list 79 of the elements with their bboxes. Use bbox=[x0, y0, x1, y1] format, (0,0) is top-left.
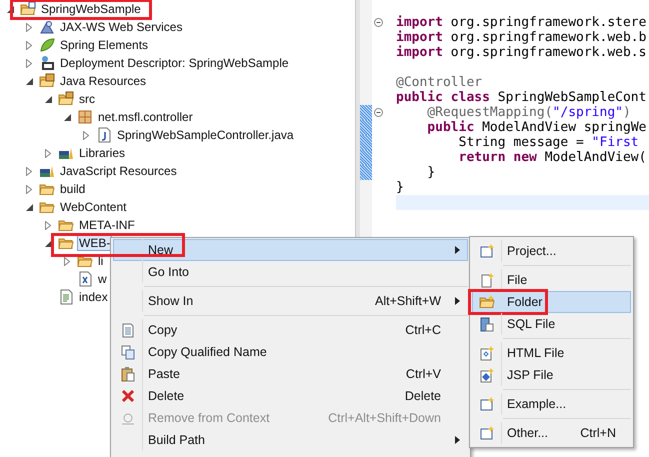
expanded-arrow-icon[interactable] bbox=[26, 204, 32, 210]
collapsed-arrow-icon[interactable] bbox=[26, 22, 32, 32]
menu-item[interactable]: HTML File bbox=[472, 342, 631, 364]
code-text: import org.springframework.web.b bbox=[396, 30, 646, 45]
menu-item[interactable]: Copy Ctrl+C bbox=[113, 319, 468, 341]
collapse-icon[interactable] bbox=[374, 18, 383, 27]
code-text: } bbox=[426, 165, 436, 180]
menu-item[interactable]: Project... bbox=[472, 240, 631, 262]
tree-item[interactable]: Libraries bbox=[77, 145, 128, 161]
text-file-icon bbox=[58, 289, 74, 305]
expanded-arrow-icon[interactable] bbox=[64, 114, 70, 120]
sql-file-icon bbox=[479, 316, 495, 332]
delete-icon bbox=[120, 388, 136, 404]
expanded-arrow-icon[interactable] bbox=[26, 78, 32, 84]
menu-item[interactable]: SQL File bbox=[472, 313, 631, 335]
resources-icon bbox=[39, 73, 55, 89]
package-icon bbox=[77, 109, 93, 125]
new-wizard-icon bbox=[479, 396, 495, 412]
copy-name-icon bbox=[120, 344, 136, 360]
menu-item[interactable]: Other... Ctrl+N bbox=[472, 422, 631, 444]
expanded-arrow-icon[interactable] bbox=[44, 96, 52, 102]
java-file-icon bbox=[96, 127, 112, 143]
collapsed-arrow-icon[interactable] bbox=[45, 220, 51, 230]
menu-item[interactable]: Go Into bbox=[113, 261, 468, 283]
tree-item[interactable]: META-INF bbox=[77, 217, 137, 233]
menu-item[interactable]: Show In Alt+Shift+W bbox=[113, 290, 468, 312]
tree-item[interactable]: JAX-WS Web Services bbox=[58, 19, 184, 35]
leaf-icon bbox=[39, 37, 55, 53]
new-wizard-icon bbox=[479, 243, 495, 259]
code-text: return new ModelAndView( bbox=[458, 150, 646, 165]
menu-item[interactable]: New bbox=[113, 239, 468, 261]
code-text: public ModelAndView springWe bbox=[426, 120, 646, 135]
collapsed-arrow-icon[interactable] bbox=[26, 184, 32, 194]
collapsed-arrow-icon[interactable] bbox=[26, 58, 32, 68]
collapsed-arrow-icon[interactable] bbox=[45, 148, 51, 158]
tree-item[interactable]: src bbox=[77, 91, 97, 107]
menu-item[interactable]: JSP File bbox=[472, 364, 631, 386]
new-html-icon bbox=[479, 345, 495, 361]
collapse-icon[interactable] bbox=[374, 108, 383, 117]
tree-item[interactable]: SpringWebSampleController.java bbox=[115, 127, 296, 143]
collapsed-arrow-icon[interactable] bbox=[83, 130, 89, 140]
copy-icon bbox=[120, 322, 136, 338]
menu-item[interactable]: Paste Ctrl+V bbox=[113, 363, 468, 385]
tree-item[interactable]: index bbox=[77, 289, 110, 305]
code-text: } bbox=[396, 180, 404, 195]
tree-item[interactable]: Java Resources bbox=[58, 73, 148, 89]
code-text: import org.springframework.stere bbox=[396, 15, 646, 30]
collapsed-arrow-icon[interactable] bbox=[64, 256, 70, 266]
menu-item[interactable]: File bbox=[472, 269, 631, 291]
tree-item[interactable]: w bbox=[96, 271, 109, 287]
tree-item[interactable]: WebContent bbox=[58, 199, 128, 215]
tree-item[interactable]: net.msfl.controller bbox=[96, 109, 195, 125]
new-jsp-icon bbox=[479, 367, 495, 383]
paste-icon bbox=[120, 366, 136, 382]
services-icon bbox=[39, 19, 55, 35]
menu-item[interactable]: Example... bbox=[472, 393, 631, 415]
code-text: @Controller bbox=[396, 75, 482, 90]
tree-item[interactable]: JavaScript Resources bbox=[58, 163, 179, 179]
code-text: @RequestMapping("/spring") bbox=[426, 105, 631, 120]
tree-item[interactable]: SpringWebSample bbox=[39, 1, 143, 17]
code-text: String message = "First bbox=[458, 135, 639, 150]
tree-item[interactable]: Spring Elements bbox=[58, 37, 150, 53]
xml-file-icon bbox=[77, 271, 93, 287]
collapsed-arrow-icon[interactable] bbox=[26, 40, 32, 50]
menu-item[interactable]: Build Path bbox=[113, 429, 468, 451]
new-wizard-icon bbox=[479, 425, 495, 441]
menu-item[interactable]: Folder bbox=[472, 291, 631, 313]
collapsed-arrow-icon[interactable] bbox=[26, 166, 32, 176]
tree-item[interactable]: Deployment Descriptor: SpringWebSample bbox=[58, 55, 291, 71]
menu-item[interactable]: Copy Qualified Name bbox=[113, 341, 468, 363]
code-text: import org.springframework.web.s bbox=[396, 45, 646, 60]
menu-item[interactable]: Delete Delete bbox=[113, 385, 468, 407]
new-file-icon bbox=[479, 272, 495, 288]
code-text: public class SpringWebSampleCont bbox=[396, 90, 646, 105]
source-folder-icon bbox=[58, 91, 74, 107]
descriptor-icon bbox=[39, 55, 55, 71]
tree-item[interactable]: build bbox=[58, 181, 88, 197]
expanded-arrow-icon[interactable] bbox=[44, 240, 52, 246]
new-folder-icon bbox=[479, 294, 495, 310]
